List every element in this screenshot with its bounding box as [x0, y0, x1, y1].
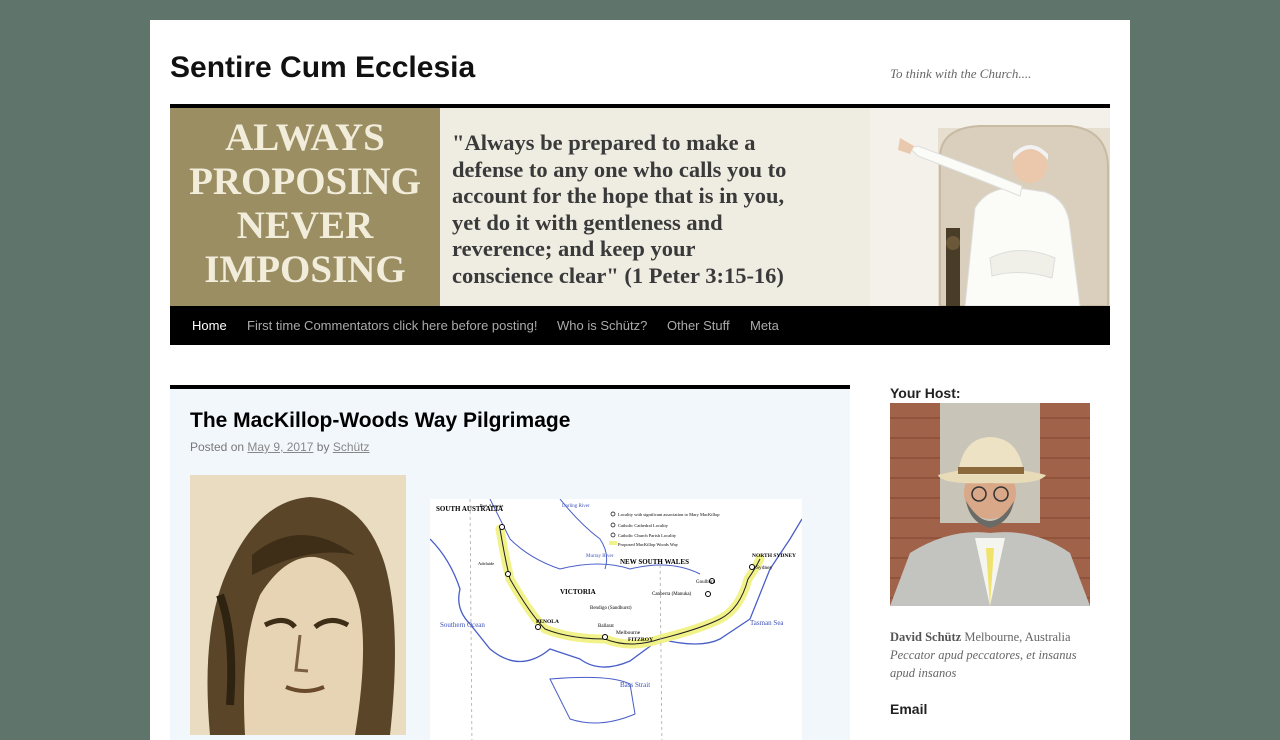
host-bio: David Schütz Melbourne, Australia Peccat… [890, 628, 1100, 682]
banner-slogan-line: IMPOSING [204, 248, 406, 291]
post-author-link[interactable]: Schütz [333, 440, 370, 454]
banner-quote-line: reverence; and keep your [452, 236, 696, 261]
map-label-darling: Darling River [562, 504, 590, 509]
nav-item-home[interactable]: Home [192, 306, 227, 345]
map-label-north-sydney: NORTH SYDNEY [752, 553, 796, 559]
map-label-penola: PENOLA [536, 619, 559, 625]
main-navigation: Home First time Commentators click here … [170, 306, 1110, 345]
nav-item-who-is-schutz[interactable]: Who is Schütz? [557, 306, 647, 345]
pilgrimage-route-map[interactable]: SOUTH AUSTRALIA NEW SOUTH WALES VICTORIA… [430, 499, 802, 740]
post-date-link[interactable]: May 9, 2017 [247, 440, 313, 454]
map-label-port-augusta: Port Augusta [480, 503, 503, 508]
banner-quote-line: conscience clear" (1 Peter 3:15-16) [452, 262, 784, 288]
banner-quote-line: defense to any one who calls you to [452, 156, 787, 182]
map-label-ballarat: Ballarat [598, 624, 614, 629]
banner-quote-line: account for the hope that is in you, [452, 183, 785, 208]
map-label-melbourne: Melbourne [616, 630, 641, 636]
post-meta-by: by [316, 440, 330, 454]
sidebar-email-heading: Email [890, 701, 928, 717]
mary-mackillop-portrait[interactable] [190, 475, 406, 735]
host-location: Melbourne, Australia [964, 630, 1071, 644]
map-legend-3: Catholic Church Parish Locality [618, 533, 677, 538]
nav-item-meta[interactable]: Meta [750, 306, 779, 345]
banner-quote-line: yet do it with gentleness and [452, 209, 723, 235]
page-container: Sentire Cum Ecclesia To think with the C… [150, 20, 1130, 740]
banner-slogan-line: PROPOSING [189, 160, 421, 203]
map-label-goulburn: Goulburn [696, 580, 716, 585]
map-label-sydney: Sydney [756, 565, 773, 571]
map-label-tasman: Tasman Sea [750, 619, 784, 627]
host-motto: Peccator apud peccatores, et insanus apu… [890, 648, 1077, 680]
map-label-nsw: NEW SOUTH WALES [620, 558, 689, 566]
banner-slogan: ALWAYS PROPOSING NEVER IMPOSING [170, 108, 440, 306]
map-label-fitzroy: FITZROY [628, 637, 653, 643]
nav-item-other-stuff[interactable]: Other Stuff [667, 306, 730, 345]
banner-quote-line: "Always be prepared to make a [452, 130, 756, 155]
sidebar-host-heading: Your Host: [890, 385, 961, 401]
map-label-vic: VICTORIA [560, 588, 596, 596]
map-label-bass: Bass Strait [620, 681, 650, 689]
site-tagline: To think with the Church.... [890, 66, 1032, 81]
header-banner: ALWAYS PROPOSING NEVER IMPOSING "Always … [170, 104, 1110, 306]
map-label-bendigo: Bendigo (Sandhurst) [590, 606, 632, 611]
post-meta-prefix: Posted on [190, 440, 245, 454]
map-legend-4: Proposed MacKillop Woods Way [618, 542, 679, 547]
banner-slogan-line: NEVER [236, 204, 374, 247]
map-label-canberra: Canberra (Manuka) [652, 592, 692, 597]
banner-slogan-line: ALWAYS [225, 116, 385, 159]
host-name: David Schütz [890, 630, 962, 644]
banner-quote: "Always be prepared to make a defense to… [452, 130, 892, 289]
map-label-adelaide: Adelaide [478, 561, 494, 566]
post-meta: Posted on May 9, 2017 by Schütz [190, 440, 370, 454]
nav-item-first-time-commentators[interactable]: First time Commentators click here befor… [247, 306, 537, 345]
map-label-murray: Murray River [586, 554, 614, 559]
host-avatar-photo [890, 403, 1090, 606]
map-legend-1: Locality with significant association to… [618, 512, 720, 517]
site-title[interactable]: Sentire Cum Ecclesia [170, 51, 475, 85]
blog-post: The MacKillop-Woods Way Pilgrimage Poste… [170, 385, 850, 740]
banner-pope-photo [870, 108, 1110, 306]
map-legend-2: Catholic Cathedral Locality [618, 523, 669, 528]
post-title[interactable]: The MacKillop-Woods Way Pilgrimage [190, 409, 570, 433]
map-label-southern-ocean: Southern Ocean [440, 621, 485, 629]
